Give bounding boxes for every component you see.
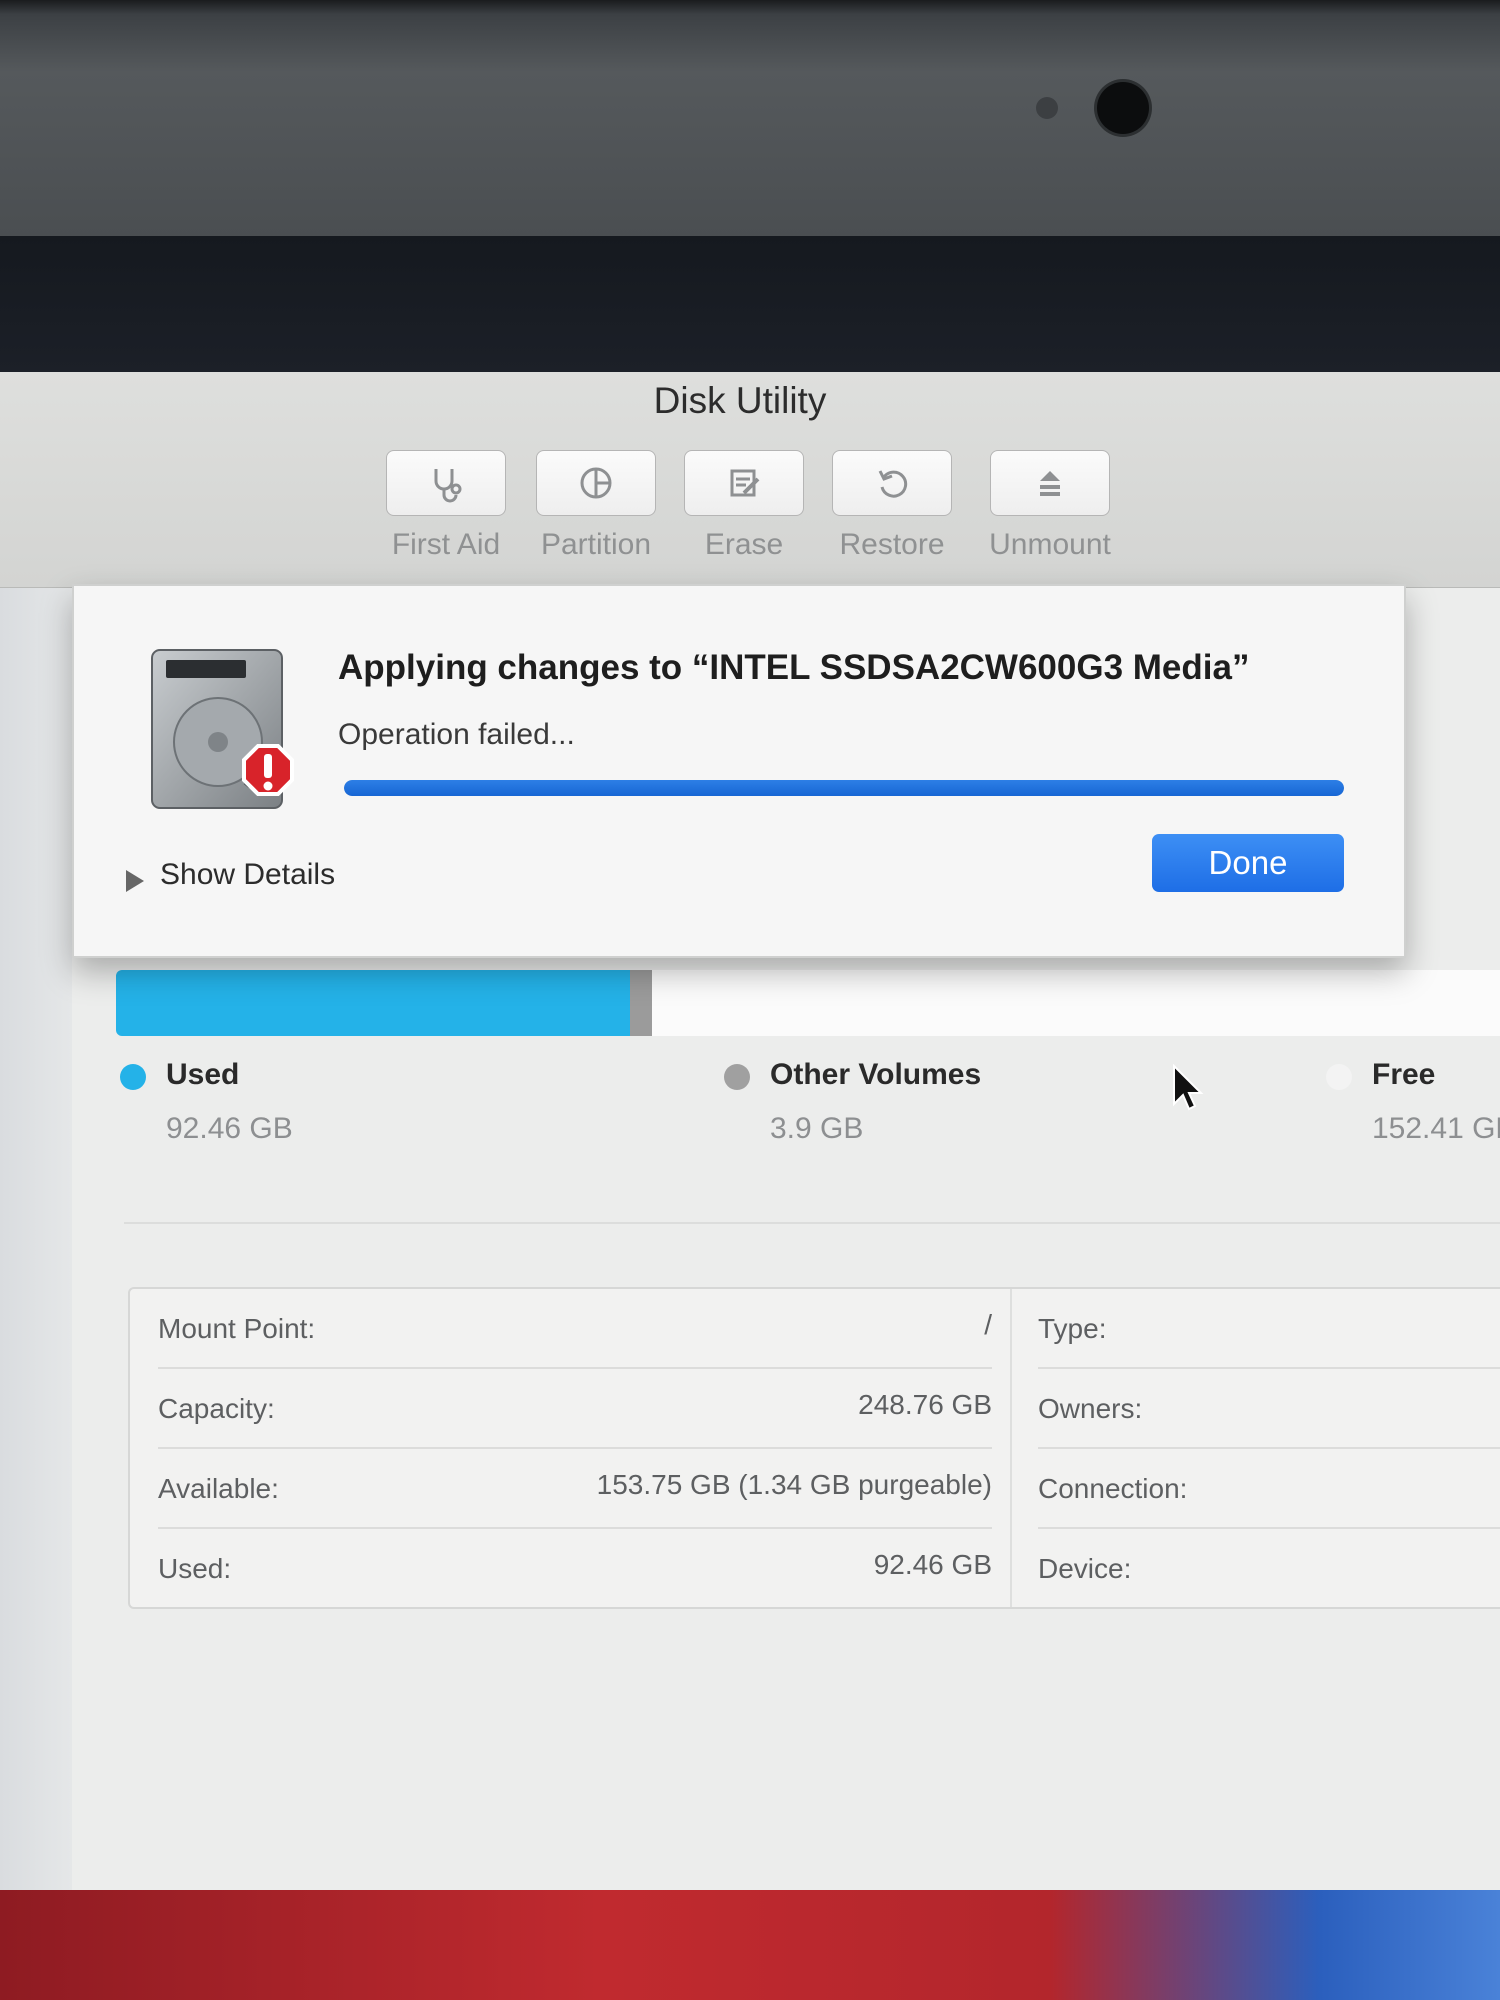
mount-point-label: Mount Point: [158,1313,316,1344]
capacity-value: 248.76 GB [858,1389,992,1420]
owners-label: Owners: [1038,1393,1143,1424]
usage-segment-free [652,970,1500,1036]
legend-other-label: Other Volumes [770,1058,982,1091]
info-row-owners: Owners: [1038,1369,1500,1449]
sidebar [0,587,72,1892]
info-row-device: Device: [1038,1529,1500,1607]
used-label: Used: [158,1553,232,1584]
erase-button[interactable]: Erase [684,450,804,562]
info-row-type: Type: [1038,1289,1500,1369]
info-row-mount-point: Mount Point: / [158,1289,992,1369]
pie-partition-icon [580,467,612,499]
used-value: 92.46 GB [873,1549,992,1580]
mouse-pointer-icon [1173,1064,1204,1111]
titlebar: Disk Utility First Aid Partition Erase R… [0,372,1500,588]
restore-arrow-icon [878,470,908,498]
device-label: Device: [1038,1553,1132,1584]
webcam [1097,82,1149,134]
column-separator [1010,1289,1012,1607]
info-row-available: Available: 153.75 GB (1.34 GB purgeable) [158,1449,992,1529]
eject-icon [1040,471,1060,496]
operation-sheet: Applying changes to “INTEL SSDSA2CW600G3… [72,584,1406,958]
legend-used-label: Used [166,1058,240,1091]
section-divider [124,1222,1500,1224]
desk-background [0,1890,1500,2000]
hard-drive-alert-icon [151,649,294,809]
restore-label: Restore [839,528,945,561]
partition-button[interactable]: Partition [536,450,656,562]
first-aid-button[interactable]: First Aid [386,450,506,562]
window-title: Disk Utility [653,380,827,421]
info-row-used: Used: 92.46 GB [158,1529,992,1607]
legend-free-label: Free [1372,1058,1436,1091]
info-row-capacity: Capacity: 248.76 GB [158,1369,992,1449]
free-dot [1326,1064,1352,1090]
show-details-toggle[interactable]: Show Details [160,858,335,892]
type-label: Type: [1038,1313,1107,1344]
legend-other-value: 3.9 GB [770,1112,864,1145]
unmount-button[interactable]: Unmount [988,450,1112,562]
available-label: Available: [158,1473,279,1504]
erase-icon [730,469,760,497]
other-dot [724,1064,750,1090]
mount-point-value: / [984,1309,992,1340]
erase-label: Erase [704,528,784,561]
restore-button[interactable]: Restore [832,450,952,562]
progress-bar [344,780,1344,796]
dialog-status: Operation failed... [338,718,575,751]
usage-bar [116,970,1500,1036]
capacity-label: Capacity: [158,1393,275,1424]
usage-segment-used [116,970,631,1036]
dialog-title: Applying changes to “INTEL SSDSA2CW600G3… [338,648,1250,687]
monitor-bezel [0,0,1500,240]
done-button[interactable]: Done [1152,834,1344,892]
used-dot [120,1064,146,1090]
legend-used-value: 92.46 GB [166,1112,293,1145]
volume-info-table: Mount Point: / Capacity: 248.76 GB Avail… [128,1287,1500,1609]
stethoscope-icon [434,469,462,503]
partition-label: Partition [540,528,652,561]
info-row-connection: Connection: [1038,1449,1500,1529]
first-aid-label: First Aid [391,528,501,561]
desktop-background [0,236,1500,376]
disclosure-triangle-icon[interactable] [126,870,144,892]
legend-free-value: 152.41 GB [1372,1112,1500,1145]
unmount-label: Unmount [989,528,1111,561]
connection-label: Connection: [1038,1473,1188,1504]
progress-fill [344,780,1344,796]
ambient-sensor [1036,97,1058,119]
usage-segment-other [630,970,653,1036]
available-value: 153.75 GB (1.34 GB purgeable) [596,1469,992,1500]
